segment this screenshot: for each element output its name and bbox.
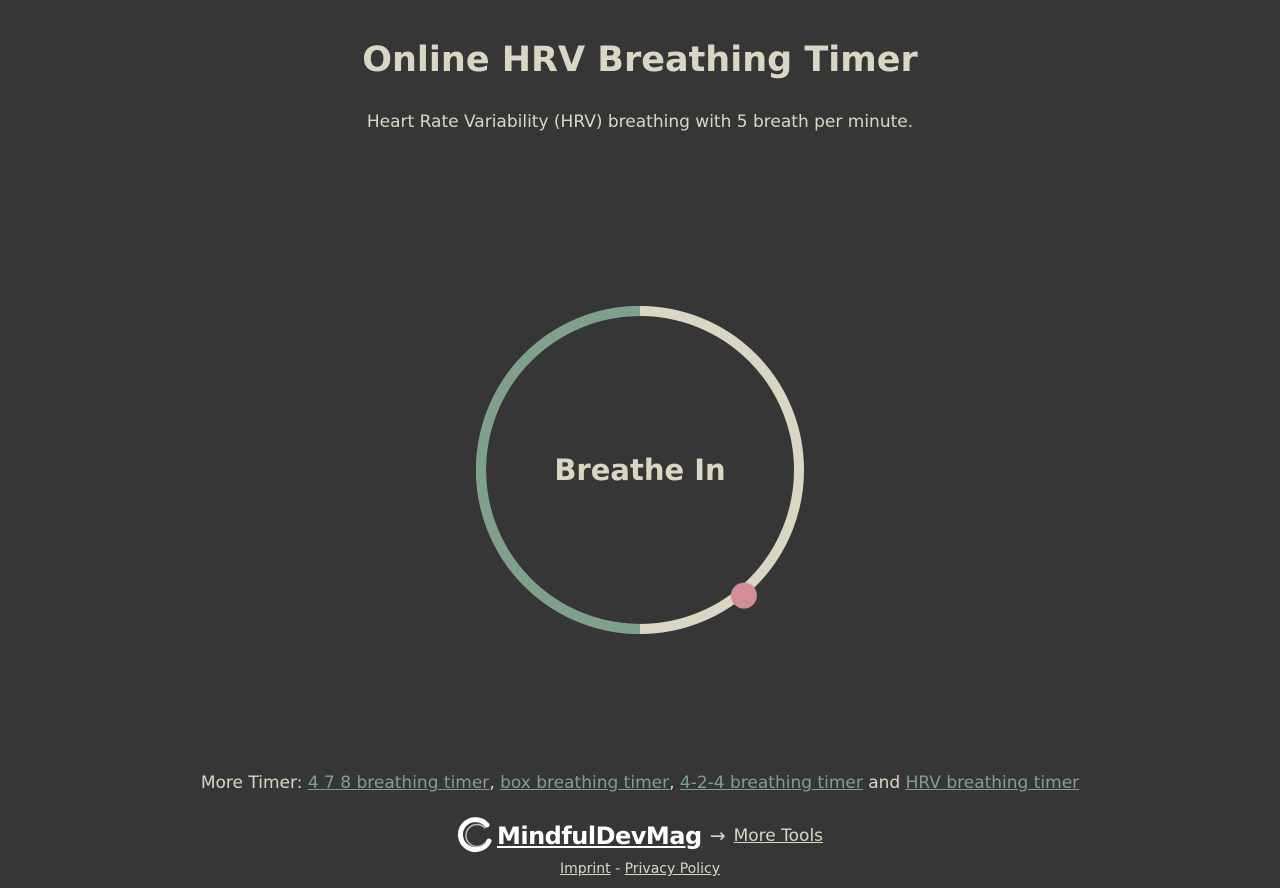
link-conjunction: and — [862, 773, 906, 793]
more-timers-line: More Timer: 4 7 8 breathing timer, box b… — [0, 773, 1280, 793]
link-separator: , — [669, 773, 680, 793]
enso-circle-icon — [457, 817, 492, 853]
link-hrv-breathing-timer[interactable]: HRV breathing timer — [906, 773, 1080, 793]
breathing-timer: Breathe In — [470, 300, 810, 640]
link-478-breathing-timer[interactable]: 4 7 8 breathing timer — [308, 773, 489, 793]
mindfuldevmag-logo-link[interactable]: MindfulDevMag — [457, 817, 702, 855]
legal-links: Imprint - Privacy Policy — [0, 861, 1280, 877]
page-subtitle: Heart Rate Variability (HRV) breathing w… — [366, 112, 914, 132]
brand-row: MindfulDevMag → More Tools — [0, 814, 1280, 858]
more-tools-link[interactable]: More Tools — [734, 826, 823, 846]
link-424-breathing-timer[interactable]: 4-2-4 breathing timer — [680, 773, 863, 793]
breathing-phase-label: Breathe In — [554, 453, 726, 487]
imprint-link[interactable]: Imprint — [560, 861, 611, 877]
right-arrow-icon: → — [709, 825, 726, 847]
more-timers-prefix: More Timer: — [200, 773, 308, 793]
page-title: Online HRV Breathing Timer — [362, 40, 918, 80]
legal-divider: - — [610, 861, 625, 877]
logo-wordmark: MindfulDevMag — [496, 822, 702, 850]
link-separator: , — [489, 773, 501, 793]
timer-position-indicator — [730, 582, 757, 609]
link-box-breathing-timer[interactable]: box breathing timer — [500, 773, 669, 793]
privacy-policy-link[interactable]: Privacy Policy — [625, 861, 720, 877]
